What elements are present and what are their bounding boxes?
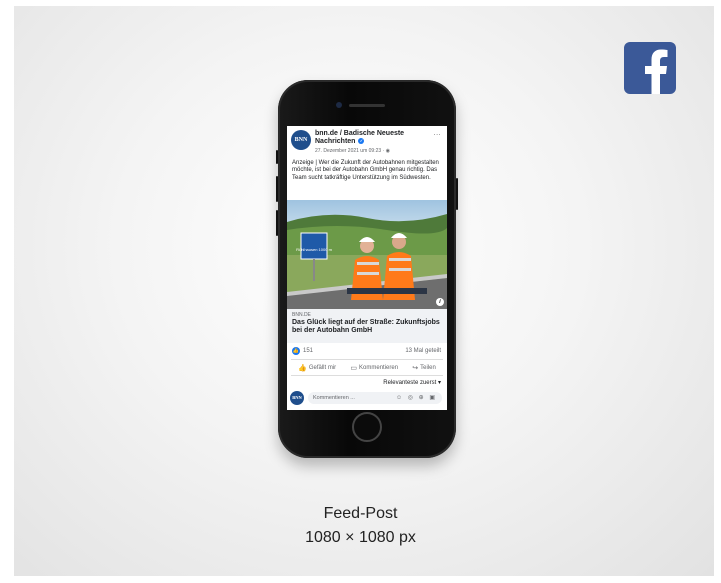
info-icon[interactable]: i — [436, 298, 444, 306]
power-button — [456, 178, 458, 210]
page-avatar[interactable]: BNN — [291, 130, 311, 150]
link-title: Das Glück liegt auf der Straße: Zukunfts… — [292, 319, 440, 334]
post-date[interactable]: 27. Dezember 2021 um 09:23 · ◉ — [315, 148, 390, 154]
road-sign-text: Rühlhausen 1000 m — [296, 247, 332, 252]
volume-down-button — [276, 210, 278, 236]
share-icon: ↪ — [412, 364, 419, 372]
speaker — [349, 104, 385, 107]
like-label: Gefällt mir — [308, 364, 337, 371]
more-options-button[interactable]: ... — [434, 130, 441, 137]
page-name[interactable]: bnn.de / Badische Neueste Nachrichten ✓ — [315, 130, 425, 146]
like-reaction-icon: 👍 — [292, 347, 300, 355]
comment-label: Kommentieren — [359, 364, 399, 371]
like-button[interactable]: 👍 Gefällt mir — [298, 364, 336, 372]
comment-input[interactable]: Kommentieren ... ☺ ◎ ⊕ ▣ — [308, 392, 442, 404]
share-label: Teilen — [420, 364, 436, 371]
post-date-text[interactable]: 27. Dezember 2021 um 09:23 · — [315, 148, 386, 154]
format-label: Feed-Post — [323, 505, 398, 522]
phone-screen: BNN bnn.de / Badische Neueste Nachrichte… — [287, 126, 447, 410]
verified-icon: ✓ — [358, 138, 365, 145]
like-icon: 👍 — [298, 364, 307, 372]
facebook-logo-icon — [624, 42, 676, 94]
mute-switch — [276, 150, 278, 164]
share-count[interactable]: 13 Mal geteilt — [405, 348, 441, 354]
post-stats: 👍 151 13 Mal geteilt — [287, 343, 447, 359]
post-text: Anzeige | Wer die Zukunft der Autobahnen… — [292, 160, 439, 181]
volume-up-button — [276, 176, 278, 202]
home-button — [352, 412, 382, 442]
comment-placeholder: Kommentieren ... — [313, 395, 355, 401]
format-size: 1080 × 1080 px — [305, 529, 416, 546]
like-count[interactable]: 151 — [303, 348, 313, 354]
comment-icon: ▭ — [350, 364, 358, 372]
link-domain: BNN.DE — [292, 312, 311, 318]
post-header: BNN bnn.de / Badische Neueste Nachrichte… — [287, 126, 447, 158]
action-bar: 👍 Gefällt mir ▭ Kommentieren ↪ Teilen — [291, 359, 443, 376]
comment-attachment-icons[interactable]: ☺ ◎ ⊕ ▣ — [396, 392, 437, 404]
phone-mockup: BNN bnn.de / Badische Neueste Nachrichte… — [276, 80, 458, 458]
front-camera — [336, 102, 342, 108]
post-image[interactable]: Rühlhausen 1000 m i — [287, 200, 447, 309]
comment-composer: BNN Kommentieren ... ☺ ◎ ⊕ ▣ — [287, 388, 447, 408]
comment-button[interactable]: ▭ Kommentieren — [350, 364, 398, 372]
comment-sort-dropdown[interactable]: Relevanteste zuerst ▾ — [287, 376, 447, 388]
link-preview[interactable]: BNN.DE Das Glück liegt auf der Straße: Z… — [287, 309, 447, 343]
user-avatar: BNN — [290, 391, 304, 405]
post-photo-illustration: Rühlhausen 1000 m — [287, 200, 447, 309]
share-button[interactable]: ↪ Teilen — [412, 364, 436, 372]
globe-icon: ◉ — [385, 148, 390, 154]
